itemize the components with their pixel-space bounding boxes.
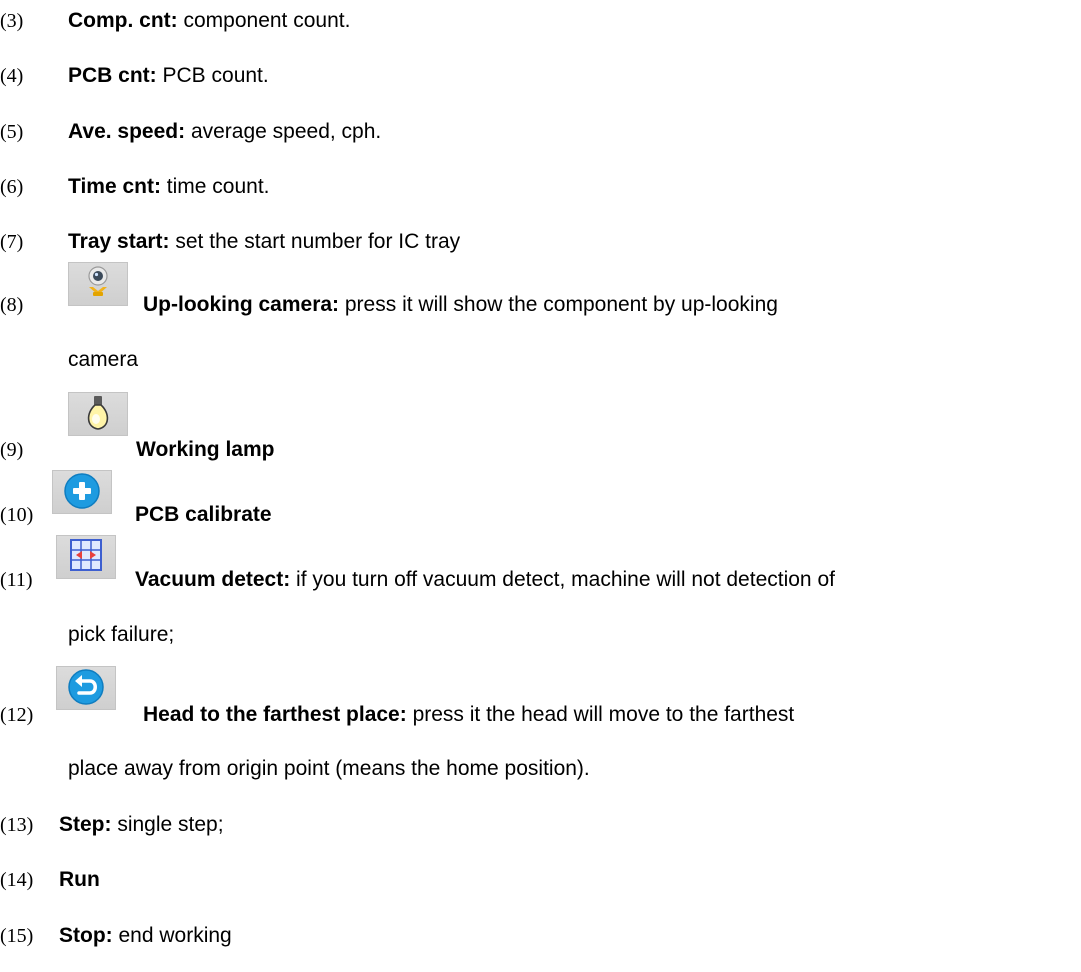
- item-term: Head to the farthest place:: [143, 703, 407, 726]
- item-description: set the start number for IC tray: [169, 230, 461, 253]
- item-description: end working: [112, 924, 232, 947]
- item-term: Stop:: [59, 924, 113, 947]
- item-term: Working lamp: [136, 438, 275, 461]
- item-term: Step:: [59, 813, 112, 836]
- item-number: (5): [0, 121, 24, 143]
- item-number: (3): [0, 10, 24, 32]
- item-term: Time cnt:: [68, 175, 161, 198]
- item-description: average speed, cph.: [185, 120, 382, 143]
- item-term: Comp. cnt:: [68, 9, 178, 32]
- item-description: PCB count.: [156, 64, 269, 87]
- item-number: (6): [0, 176, 24, 198]
- light-bulb-icon: [68, 392, 128, 436]
- item-number: (14): [0, 869, 34, 891]
- item-description: press it the head will move to the farth…: [406, 703, 795, 726]
- item-description-continued: place away from origin point (means the …: [68, 757, 590, 780]
- item-term: PCB calibrate: [135, 503, 272, 526]
- plus-circle-icon: [52, 470, 112, 514]
- item-term: PCB cnt:: [68, 64, 157, 87]
- item-description-continued: camera: [68, 348, 139, 371]
- item-number: (7): [0, 231, 24, 253]
- item-description: component count.: [177, 9, 351, 32]
- item-term: Tray start:: [68, 230, 170, 253]
- item-term: Vacuum detect:: [135, 568, 291, 591]
- vacuum-detect-icon: [56, 535, 116, 579]
- webcam-icon: [68, 262, 128, 306]
- item-number: (4): [0, 65, 24, 87]
- item-term: Ave. speed:: [68, 120, 186, 143]
- item-number: (12): [0, 704, 34, 726]
- item-number: (9): [0, 439, 24, 461]
- item-number: (11): [0, 569, 33, 591]
- return-arrow-icon: [56, 666, 116, 710]
- item-description: time count.: [160, 175, 270, 198]
- item-description-continued: pick failure;: [68, 623, 175, 646]
- item-number: (8): [0, 294, 24, 316]
- item-number: (13): [0, 814, 34, 836]
- item-term: Run: [59, 868, 100, 891]
- item-description: single step;: [111, 813, 224, 836]
- item-description: if you turn off vacuum detect, machine w…: [290, 568, 835, 591]
- item-description: press it will show the component by up-l…: [339, 293, 778, 316]
- item-number: (10): [0, 504, 34, 526]
- item-term: Up-looking camera:: [143, 293, 340, 316]
- item-number: (15): [0, 925, 34, 947]
